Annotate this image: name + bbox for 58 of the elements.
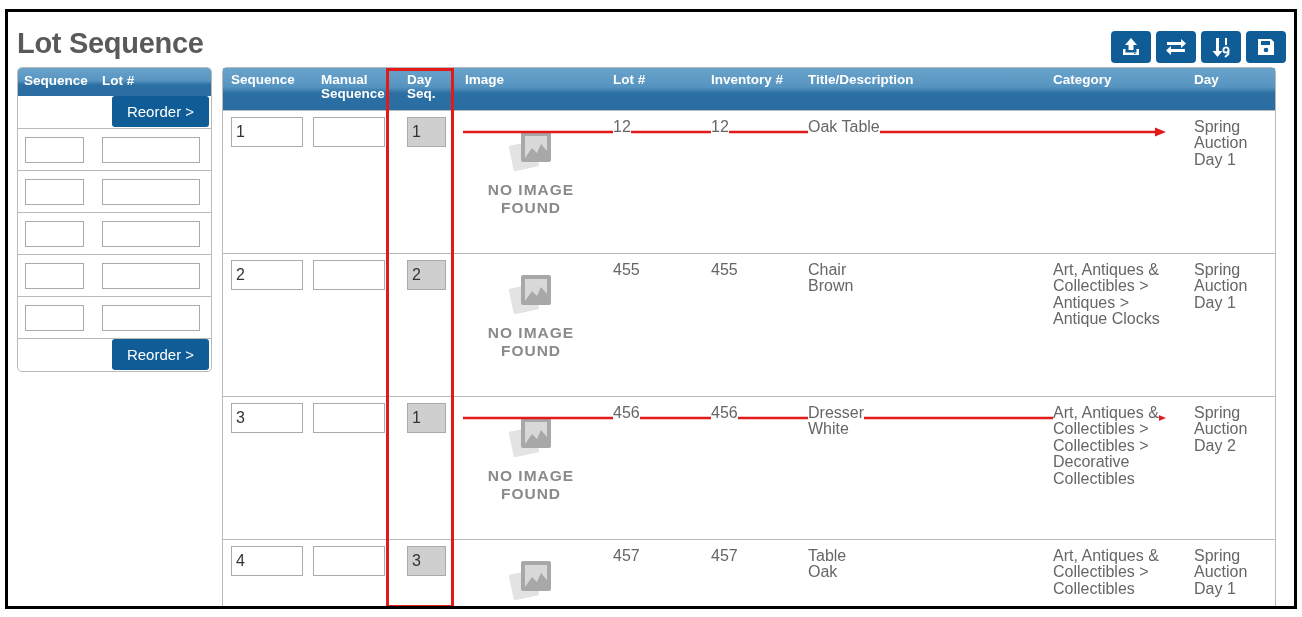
reorder-button[interactable]: Reorder >: [112, 96, 209, 127]
lot-number-input[interactable]: [102, 136, 200, 163]
auction-day: Spring Auction Day 2: [1194, 404, 1248, 454]
lot-number: 12: [613, 118, 631, 135]
reorder-button[interactable]: Reorder >: [112, 339, 209, 370]
column-header: Lot #: [605, 68, 703, 110]
sequence-input[interactable]: 2: [231, 259, 303, 290]
category: Art, Antiques & Collectibles > Collectibles: [1053, 547, 1159, 597]
sequence-input[interactable]: [25, 220, 84, 247]
column-header: Day: [1186, 68, 1275, 110]
sequence-input[interactable]: [25, 304, 84, 331]
upload-icon: [1121, 37, 1141, 57]
swap-button[interactable]: [1156, 31, 1196, 63]
swap-arrows-icon: [1165, 37, 1187, 57]
column-header: Title/Description: [800, 68, 1045, 110]
lot-number-input[interactable]: [102, 220, 200, 247]
column-header: Lot #: [102, 73, 135, 88]
lot-number: 457: [613, 547, 640, 564]
sequence-input[interactable]: [25, 262, 84, 289]
manual-sequence-input[interactable]: [313, 402, 385, 433]
save-icon: [1256, 37, 1276, 57]
auction-day: Spring Auction Day 1: [1194, 547, 1248, 597]
sequence-input[interactable]: 3: [231, 402, 303, 433]
column-header: Sequence: [223, 68, 313, 110]
no-image-text: NO IMAGE FOUND: [487, 323, 575, 360]
inventory-number: 455: [711, 261, 738, 278]
column-header: Category: [1045, 68, 1186, 110]
column-header: Image: [457, 68, 605, 110]
upload-button[interactable]: [1111, 31, 1151, 63]
no-image-text: NO IMAGE FOUND: [487, 180, 575, 217]
column-header: Sequence: [24, 73, 89, 88]
inventory-number: 456: [711, 404, 738, 421]
sequence-input[interactable]: [25, 136, 84, 163]
column-header: Manual Sequence: [313, 68, 399, 110]
lot-number: 455: [613, 261, 640, 278]
column-header: Inventory #: [703, 68, 800, 110]
auction-day: Spring Auction Day 1: [1194, 118, 1248, 168]
manual-sequence-input[interactable]: [313, 116, 385, 147]
manual-sequence-input[interactable]: [313, 259, 385, 290]
sort-button[interactable]: [1201, 31, 1241, 63]
lot-number-input[interactable]: [102, 178, 200, 205]
sequence-input[interactable]: 4: [231, 545, 303, 576]
title-description: Oak Table: [808, 118, 880, 135]
category: Art, Antiques & Collectibles > Antiques > Antique Clocks: [1053, 261, 1160, 328]
sort-numeric-icon: [1211, 36, 1231, 58]
inventory-number: 12: [711, 118, 729, 135]
sequence-input[interactable]: [25, 178, 84, 205]
no-image-text: NO IMAGE FOUND: [487, 466, 575, 503]
auction-day: Spring Auction Day 1: [1194, 261, 1248, 311]
category: Art, Antiques & Collectibles > Collectibles > Decorative Collectibles: [1053, 404, 1159, 487]
sequence-input[interactable]: 1: [231, 116, 303, 147]
manual-sequence-input[interactable]: [313, 545, 385, 576]
page-title: Lot Sequence: [17, 26, 204, 60]
inventory-number: 457: [711, 547, 738, 564]
lot-number: 456: [613, 404, 640, 421]
lot-number-input[interactable]: [102, 262, 200, 289]
save-button[interactable]: [1246, 31, 1286, 63]
lot-number-input[interactable]: [102, 304, 200, 331]
